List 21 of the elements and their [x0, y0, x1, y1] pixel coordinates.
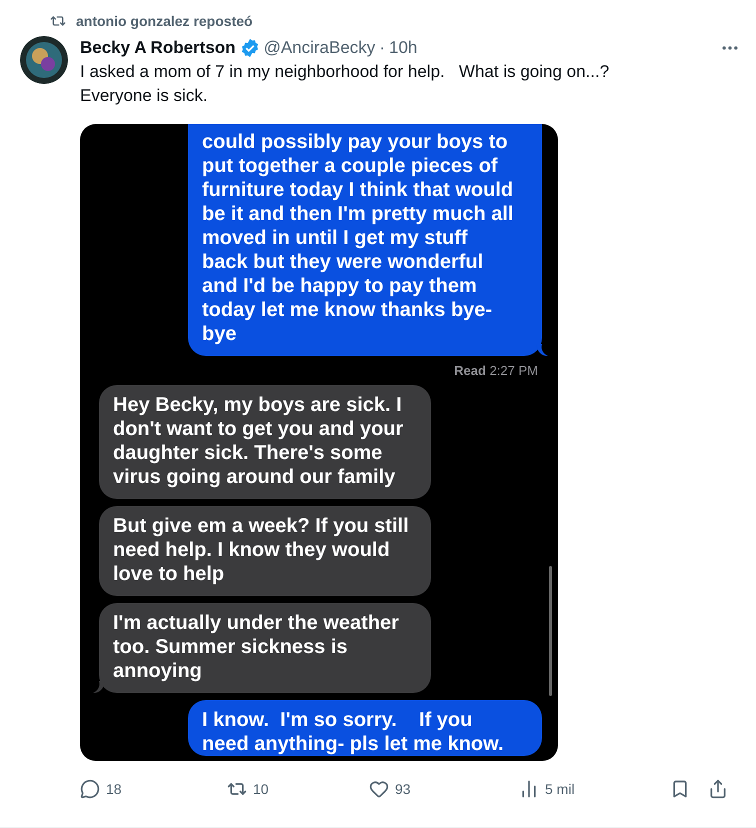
message-bubble: could possibly pay your boys to put together a couple pieces of furniture today I think that would be it and then I'm pretty much all moved in until I get my stuff back but they were wonderful and I'd be happy to pay them today let me know thanks bye- bye	[188, 124, 542, 356]
like-button[interactable]: 93	[369, 779, 519, 799]
views-button[interactable]: 5 mil	[519, 779, 639, 799]
post-time[interactable]: 10h	[388, 38, 418, 58]
post-text: I asked a mom of 7 in my neighborhood for help. What is going on...? Everyone is sick.	[80, 61, 610, 107]
separator-dot: ·	[379, 38, 385, 58]
reply-button[interactable]: 18	[80, 779, 227, 799]
message-screenshot[interactable]	[80, 124, 558, 761]
reply-icon	[80, 779, 100, 799]
message-bubble: I know. I'm so sorry. If you need anything- pls let me know.	[188, 700, 542, 756]
read-receipt: Read 2:27 PM	[454, 363, 539, 378]
author-handle[interactable]: @AnciraBecky	[264, 38, 376, 58]
message-bubble: But give em a week? If you still need help. I know they would love to help	[99, 506, 431, 596]
repost-button[interactable]: 10	[227, 779, 369, 799]
share-button[interactable]	[708, 779, 728, 799]
repost-label: antonio gonzalez reposteó	[76, 13, 253, 29]
author-name[interactable]: Becky A Robertson	[80, 38, 236, 58]
message-bubble: Hey Becky, my boys are sick. I don't want to get you and your daughter sick. There's some virus going around our family	[99, 385, 431, 499]
avatar[interactable]	[20, 36, 68, 84]
heart-icon	[369, 779, 389, 799]
message-bubble: I'm actually under the weather too. Summer sickness is annoying	[99, 603, 431, 693]
